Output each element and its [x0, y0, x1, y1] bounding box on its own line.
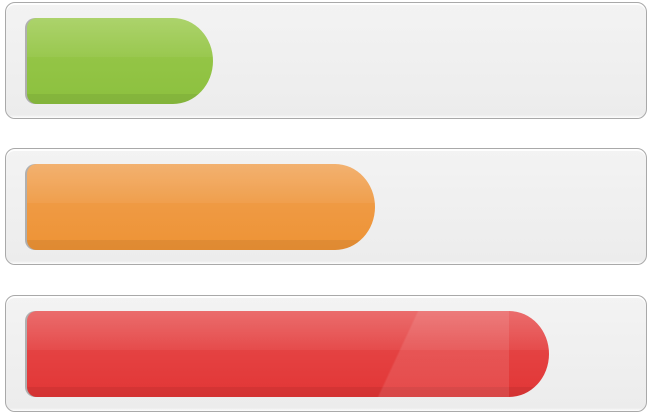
- progress-track-1: [25, 18, 625, 104]
- progress-fill-green: [27, 18, 213, 104]
- fill-gloss: [329, 311, 509, 397]
- progress-fill-red: [27, 311, 549, 397]
- fill-lowlight: [27, 93, 213, 104]
- fill-lowlight: [27, 239, 375, 250]
- progress-panel-3: [5, 295, 647, 412]
- progress-panel-2: [5, 148, 647, 265]
- fill-highlight: [27, 18, 213, 57]
- fill-highlight: [27, 164, 375, 203]
- progress-fill-orange: [27, 164, 375, 250]
- progress-track-2: [25, 164, 625, 250]
- progress-track-3: [25, 311, 625, 397]
- progress-panel-1: [5, 2, 647, 119]
- progress-bar-set: [0, 0, 650, 414]
